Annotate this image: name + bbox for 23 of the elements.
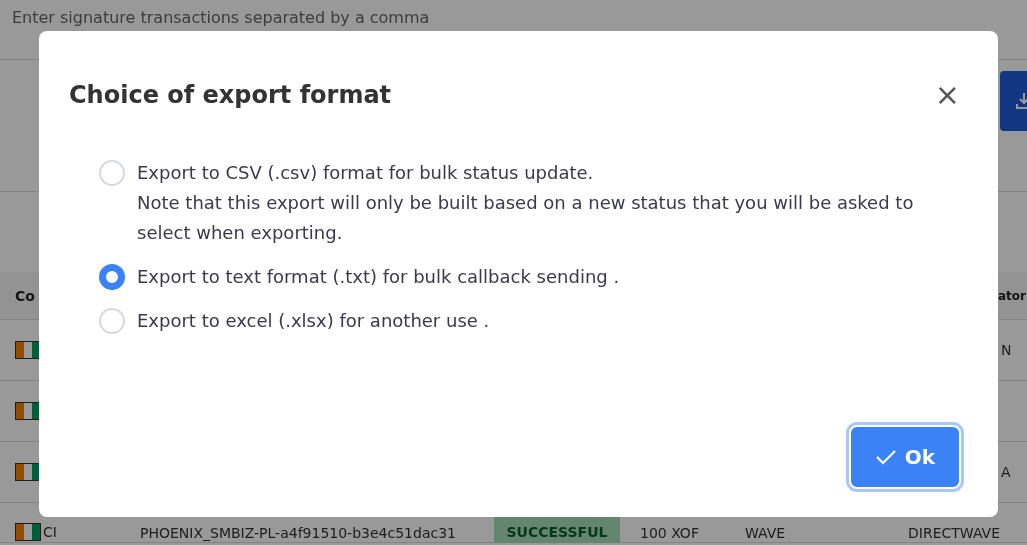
ok-button[interactable]: Ok [849,425,961,489]
dialog-title: Choice of export format [69,81,392,109]
flag-icon [15,463,41,481]
option-note: Note that this export will only be built based on a new status that you will be asked to select when exporting. [137,191,915,245]
operator-text: DIRECTWAVE [908,525,1000,541]
check-icon [874,449,897,465]
search-field[interactable]: Enter signature transactions separated by a comma [12,6,712,28]
close-button[interactable]: × [934,80,960,110]
option-label: Export to CSV (.csv) format for bulk status update. [137,161,595,185]
option-label: Export to excel (.xlsx) for another use . [137,309,490,333]
reference-text: PHOENIX_SMBIZ-PL-a4f91510-b3e4c51dac31 [140,525,456,541]
radio-button[interactable] [99,264,125,290]
option-label: Export to text format (.txt) for bulk callback sending . [137,265,620,289]
amount-text: 100 XOF [640,525,699,541]
operator-text: A [1001,464,1011,480]
flag-icon [15,402,41,420]
flag-icon [15,523,41,541]
operator-text: N [1001,342,1012,358]
column-header: ator [998,288,1026,303]
method-text: WAVE [745,525,786,541]
column-header: Co [15,287,35,304]
country-code: CI [43,524,57,540]
flag-icon [15,341,41,359]
